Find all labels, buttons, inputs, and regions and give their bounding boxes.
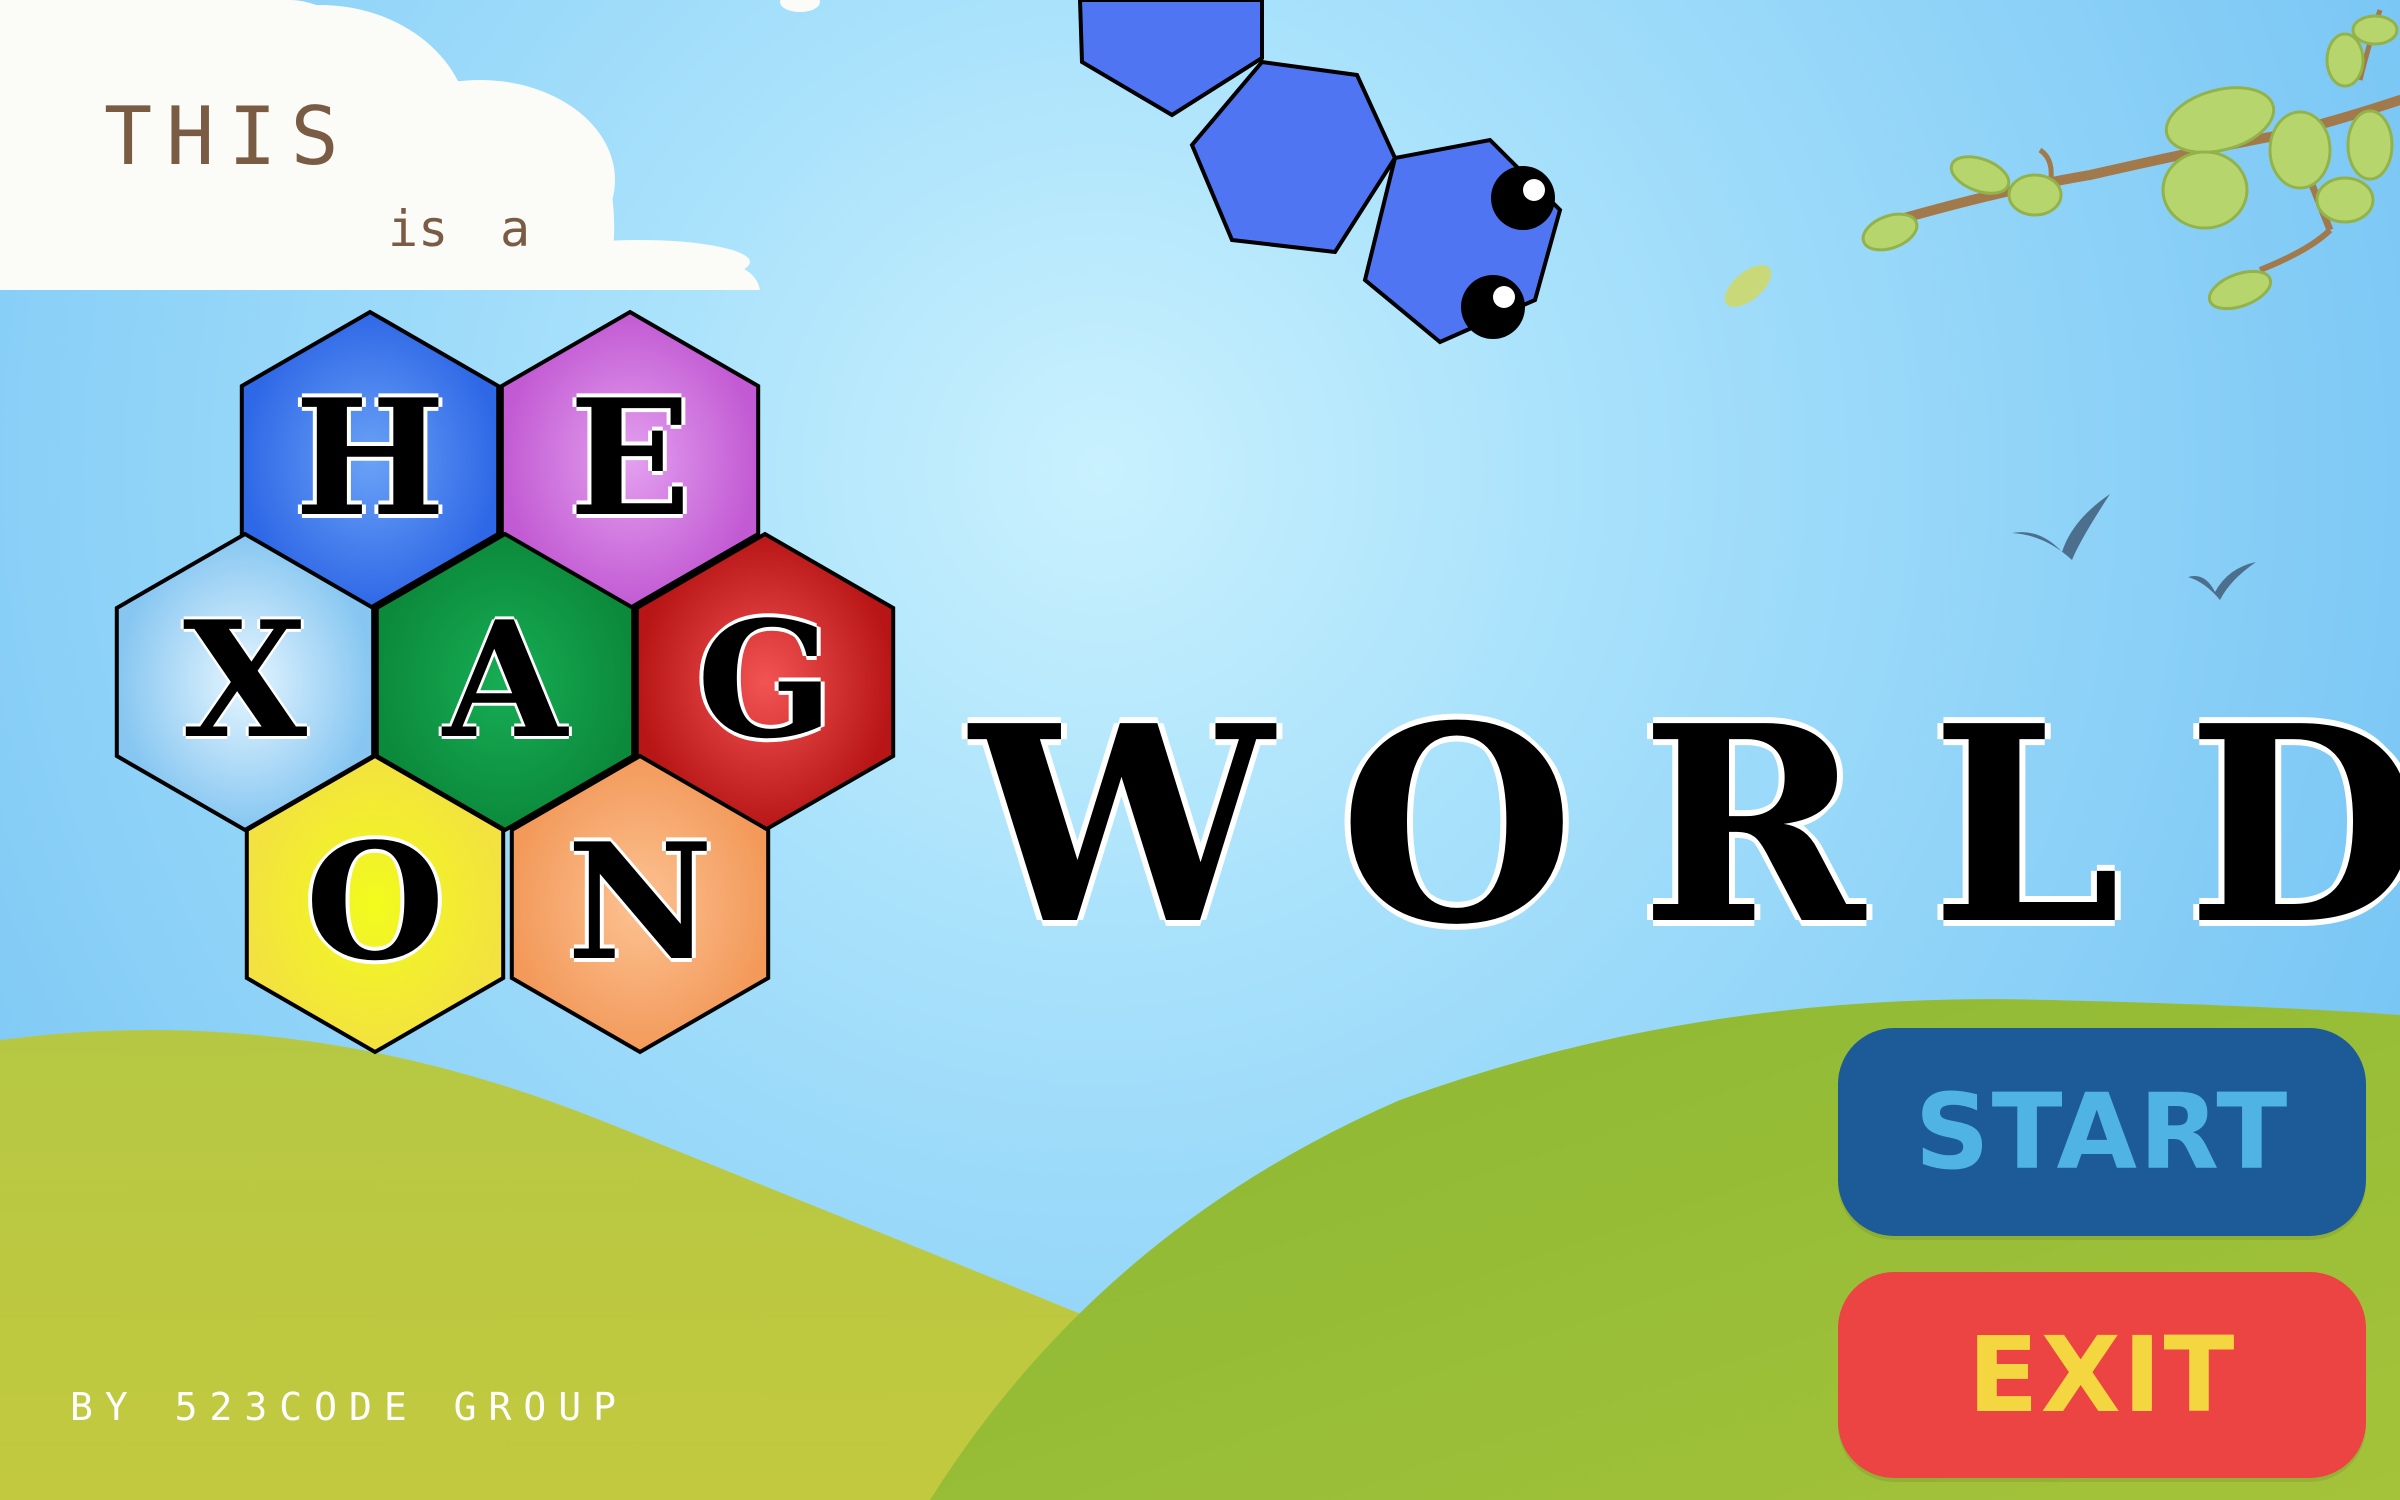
title-world: WORLD — [970, 666, 2400, 984]
intro-is: is — [388, 200, 449, 258]
intro-a: a — [500, 200, 531, 258]
credit-text: BY 523CODE GROUP — [70, 1385, 629, 1429]
hex-letter-x: X — [182, 586, 308, 774]
hex-letter-n: N — [566, 808, 714, 996]
hex-letter-a: A — [442, 586, 568, 774]
exit-button[interactable]: EXIT — [1838, 1272, 2366, 1478]
hex-letter-g: G — [696, 586, 834, 774]
hex-letter-e: E — [569, 364, 691, 552]
hex-letter-o: O — [305, 808, 445, 996]
hex-letter-h: H — [294, 364, 446, 552]
intro-this: THIS — [104, 90, 353, 183]
start-button[interactable]: START — [1838, 1028, 2366, 1236]
